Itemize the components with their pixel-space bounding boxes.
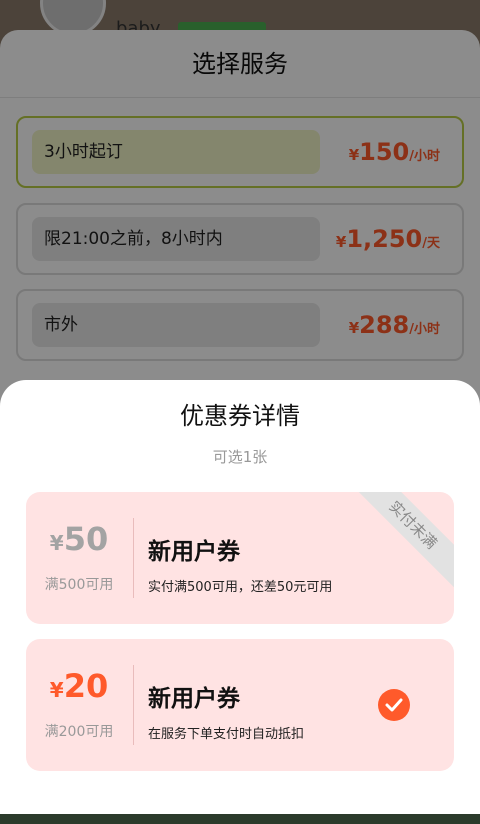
coupon-condition: 满200可用 xyxy=(44,724,114,740)
coupon-divider xyxy=(133,665,134,745)
coupon-status-ribbon: 实付未满 xyxy=(349,492,454,589)
coupon-description: 在服务下单支付时自动抵扣 xyxy=(148,727,305,742)
coupon-card-50[interactable]: ¥50 满500可用 新用户券 实付满500可用，还差50元可用 实付未满 xyxy=(26,492,454,624)
coupon-condition: 满500可用 xyxy=(44,577,114,593)
checkmark-icon[interactable] xyxy=(378,689,410,721)
modal-subtitle: 可选1张 xyxy=(212,448,268,466)
coupon-card-20[interactable]: ¥20 满200可用 新用户券 在服务下单支付时自动抵扣 xyxy=(26,639,454,771)
modal-title: 优惠券详情 xyxy=(180,402,300,430)
coupon-name: 新用户券 xyxy=(148,686,240,712)
coupon-name: 新用户券 xyxy=(148,539,240,565)
coupon-details-modal: 优惠券详情 可选1张 ¥50 满500可用 新用户券 实付满500可用，还差50… xyxy=(0,380,480,814)
coupon-amount: ¥20 xyxy=(49,667,109,705)
bottom-bar xyxy=(0,814,480,824)
coupon-amount: ¥50 xyxy=(49,520,109,558)
coupon-description: 实付满500可用，还差50元可用 xyxy=(148,580,333,595)
coupon-divider xyxy=(133,518,134,598)
